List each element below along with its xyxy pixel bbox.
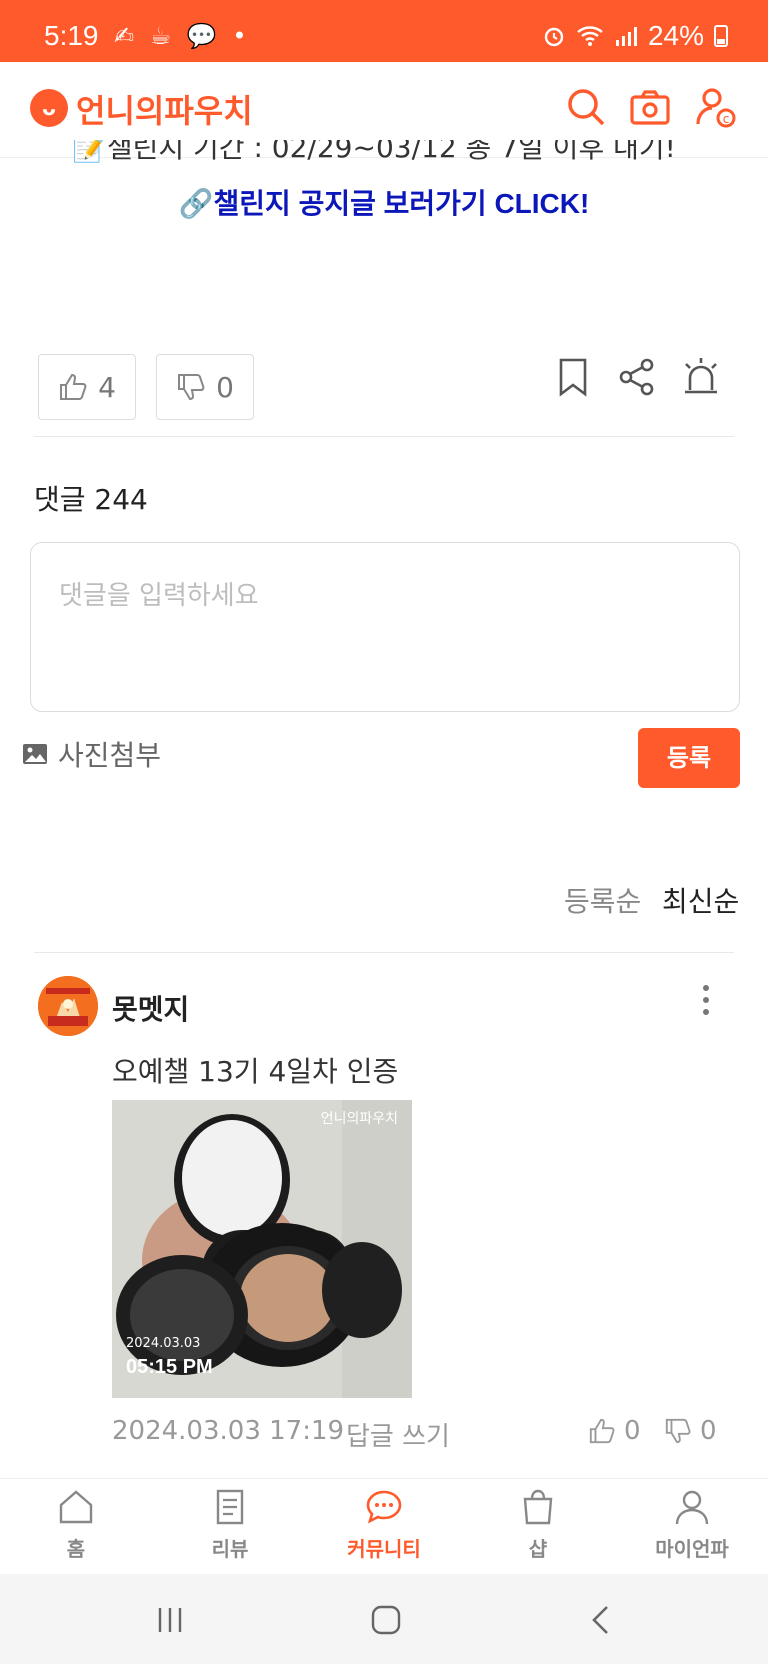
notification-icons: ✍ ☕ 💬 • <box>114 22 251 50</box>
nav-shop[interactable]: 샵 <box>478 1487 598 1562</box>
share-icon[interactable] <box>616 356 658 398</box>
avatar-image <box>38 976 98 1036</box>
comment-photo[interactable]: 언니의파우치 2024.03.03 05:15 PM <box>112 1100 412 1398</box>
nav-my[interactable]: 마이언파 <box>632 1487 752 1562</box>
notice-link[interactable]: 🔗챌린지 공지글 보러가기 CLICK! <box>0 182 768 222</box>
comment-username[interactable]: 못멧지 <box>112 988 189 1028</box>
cushion-compact-photo <box>112 1100 412 1398</box>
like-button[interactable]: 4 <box>38 354 136 420</box>
comment-count: 댓글 244 <box>34 483 148 516</box>
app-screen: 5:19 ✍ ☕ 💬 • 24% ᴗ 언니의파우치 c 📝챌린지 기간 : 02… <box>0 0 768 1664</box>
home-icon <box>59 1490 93 1524</box>
review-icon <box>216 1489 244 1525</box>
battery-icon <box>714 25 728 47</box>
more-options-icon[interactable] <box>694 980 718 1020</box>
image-icon <box>23 744 47 764</box>
alarm-icon <box>544 27 564 47</box>
profile-coupon-icon[interactable]: c <box>692 84 740 132</box>
svg-text:c: c <box>723 112 730 126</box>
comment-like-count: 0 <box>624 1416 641 1446</box>
nav-community-label: 커뮤니티 <box>347 1537 421 1561</box>
logo-icon[interactable]: ᴗ <box>30 89 68 127</box>
search-icon[interactable] <box>562 84 610 132</box>
nav-review[interactable]: 리뷰 <box>170 1487 290 1562</box>
community-icon <box>366 1490 402 1524</box>
nav-home-label: 홈 <box>66 1537 86 1561</box>
thumbs-down-icon <box>665 1418 691 1444</box>
submit-comment-button[interactable]: 등록 <box>638 728 740 788</box>
comment-timestamp: 2024.03.03 17:19 <box>112 1416 345 1446</box>
shop-icon <box>523 1489 553 1525</box>
nav-home[interactable]: 홈 <box>16 1487 136 1562</box>
home-button-icon[interactable] <box>366 1600 406 1640</box>
reply-button[interactable]: 답글 쓰기 <box>346 1416 450 1453</box>
status-time: 5:19 <box>44 20 99 51</box>
thumbs-down-icon <box>178 374 205 401</box>
nav-community[interactable]: 커뮤니티 <box>324 1487 444 1562</box>
divider <box>34 952 734 953</box>
comment-like-button[interactable]: 0 <box>588 1416 641 1446</box>
dislike-count: 0 <box>216 370 234 404</box>
attach-photo-label: 사진첨부 <box>58 739 162 772</box>
divider <box>34 436 734 437</box>
dislike-button[interactable]: 0 <box>156 354 254 420</box>
battery-percent: 24% <box>647 20 704 51</box>
status-right: 24% <box>542 20 728 52</box>
comment-text: 오예챌 13기 4일차 인증 <box>112 1055 399 1088</box>
comment-input[interactable]: 댓글을 입력하세요 <box>30 542 740 712</box>
like-count: 4 <box>98 370 116 404</box>
recent-apps-icon[interactable] <box>150 1600 190 1640</box>
nav-shop-label: 샵 <box>528 1537 548 1561</box>
nav-my-label: 마이언파 <box>655 1537 729 1561</box>
camera-icon[interactable] <box>626 84 674 132</box>
comment-dislike-count: 0 <box>700 1416 717 1446</box>
logo-text[interactable]: 언니의파우치 <box>76 86 253 132</box>
comment-dislike-button[interactable]: 0 <box>664 1416 717 1446</box>
my-icon <box>675 1490 709 1525</box>
status-bar: 5:19 ✍ ☕ 💬 • 24% <box>0 0 768 62</box>
nav-review-label: 리뷰 <box>211 1537 249 1561</box>
thumbs-up-icon <box>60 373 87 400</box>
bookmark-icon[interactable] <box>552 356 594 398</box>
report-siren-icon[interactable] <box>680 356 722 398</box>
post-partial-text: 📝챌린지 기간 : 02/29~03/12 총 7일 이후 대기! <box>72 140 676 164</box>
attach-photo-button[interactable]: 사진첨부 <box>22 734 161 774</box>
sort-latest[interactable]: 최신순 <box>662 880 739 920</box>
bottom-nav: 홈 리뷰 커뮤니티 샵 마이언파 <box>0 1478 768 1574</box>
back-icon[interactable] <box>582 1600 622 1640</box>
signal-icon <box>615 27 637 46</box>
photo-date: 2024.03.03 <box>126 1336 201 1351</box>
wifi-icon <box>577 26 603 46</box>
system-nav-bar <box>0 1574 768 1664</box>
photo-watermark: 언니의파우치 <box>320 1111 398 1127</box>
sort-registered[interactable]: 등록순 <box>564 880 641 920</box>
photo-time: 05:15 PM <box>126 1356 213 1378</box>
thumbs-up-icon <box>589 1418 615 1444</box>
avatar[interactable] <box>38 976 98 1036</box>
